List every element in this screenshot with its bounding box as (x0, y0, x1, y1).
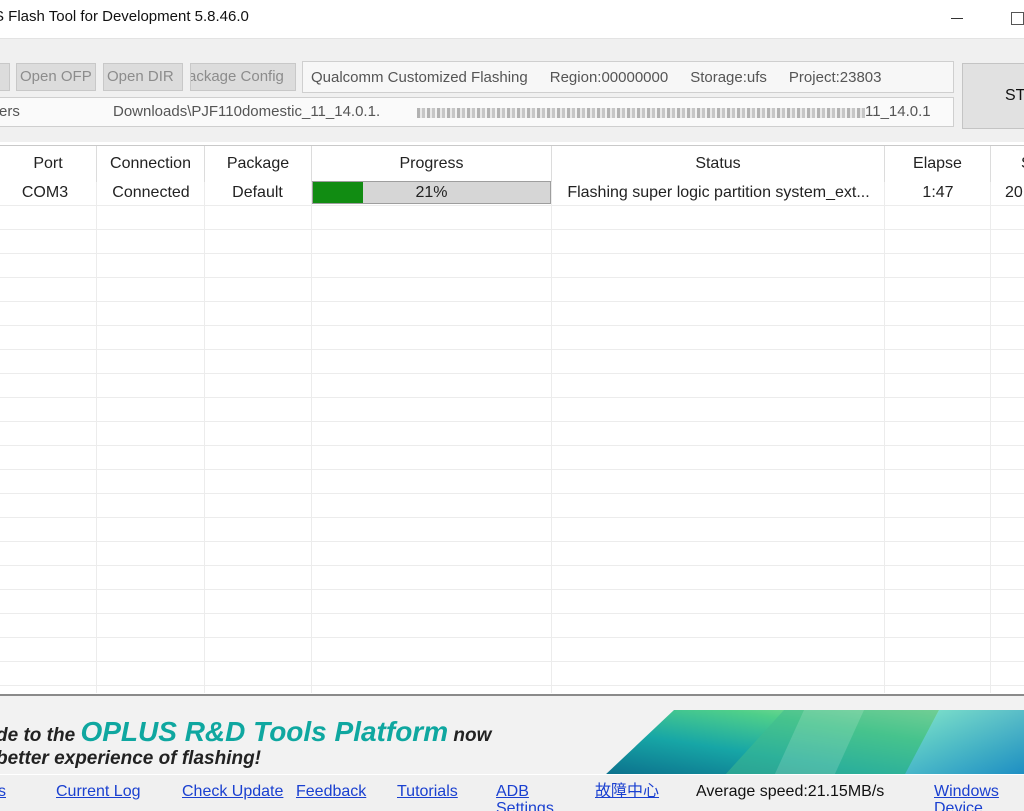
path-end: 11_14.0.1 (865, 103, 931, 120)
column-header-elapse[interactable]: Elapse (885, 146, 991, 182)
path-blurred-segment (417, 108, 865, 118)
status-bar: s Current Log Check Update Feedback Tuto… (0, 775, 1024, 811)
column-header-progress[interactable]: Progress (312, 146, 552, 182)
progress-bar: 21% (312, 181, 551, 204)
banner-brand: OPLUS R&D Tools Platform (80, 716, 449, 747)
device-info-box: Qualcomm Customized Flashing Region:0000… (302, 61, 954, 93)
cell-elapse: 1:47 (922, 184, 954, 201)
flash-mode: Qualcomm Customized Flashing (311, 68, 528, 86)
tutorials-link[interactable]: Tutorials (397, 783, 458, 800)
open-dir-button[interactable]: Open DIR (103, 63, 183, 91)
banner-suffix: now (448, 725, 492, 746)
column-header-connection[interactable]: Connection (97, 146, 205, 182)
banner-prefix: de to the (0, 725, 81, 746)
path-middle: Downloads\PJF110domestic_11_14.0.1. (113, 103, 381, 120)
package-config-label: ackage Config (190, 68, 284, 85)
start-button[interactable]: ST (962, 63, 1024, 129)
progress-label: 21% (415, 184, 448, 201)
column-header-speed[interactable]: S (991, 146, 1024, 182)
adb-settings-link[interactable]: ADB Settings (496, 783, 560, 811)
window-title: S Flash Tool for Development 5.8.46.0 (0, 8, 249, 25)
cell-port: COM3 (21, 184, 69, 201)
minimize-icon[interactable] (942, 6, 972, 30)
project-info: Project:23803 (788, 68, 882, 86)
device-table: Port Connection Package Progress Status … (0, 145, 1024, 693)
check-update-link[interactable]: Check Update (182, 783, 283, 800)
current-log-link[interactable]: Current Log (56, 783, 141, 800)
feedback-link[interactable]: Feedback (296, 783, 366, 800)
toolbar: Open OFP Open DIR ackage Config Qualcomm… (0, 38, 1024, 142)
partial-left-button[interactable] (0, 63, 10, 91)
fault-center-link[interactable]: 故障中心 (595, 783, 659, 800)
cell-connection: Connected (112, 184, 190, 201)
link-partial[interactable]: s (0, 783, 6, 800)
banner-line-1: de to the OPLUS R&D Tools Platform now (0, 716, 491, 748)
start-button-label: ST (1005, 87, 1024, 104)
storage-info: Storage:ufs (690, 68, 767, 86)
average-speed: Average speed:21.15MB/s (696, 783, 885, 800)
promo-banner[interactable]: de to the OPLUS R&D Tools Platform now b… (0, 694, 1024, 774)
windows-device-manager-link[interactable]: Windows Device Manager (934, 783, 1024, 811)
open-ofp-button[interactable]: Open OFP (16, 63, 96, 91)
path-start: ers (0, 103, 20, 120)
cell-package: Default (232, 184, 283, 201)
banner-graphic (606, 710, 1024, 774)
title-bar: S Flash Tool for Development 5.8.46.0 (0, 0, 1024, 36)
banner-line-2: better experience of flashing! (0, 748, 262, 769)
region-info: Region:00000000 (549, 68, 669, 86)
package-path-field[interactable]: ers Downloads\PJF110domestic_11_14.0.1. … (0, 97, 954, 127)
column-header-port[interactable]: Port (0, 146, 97, 182)
table-grid (0, 182, 1024, 693)
package-config-button[interactable]: ackage Config (190, 63, 296, 91)
maximize-icon[interactable] (1002, 6, 1024, 30)
cell-status: Flashing super logic partition system_ex… (567, 184, 870, 201)
column-header-package[interactable]: Package (205, 146, 312, 182)
cell-speed: 20 (1005, 184, 1023, 201)
column-header-status[interactable]: Status (552, 146, 885, 182)
